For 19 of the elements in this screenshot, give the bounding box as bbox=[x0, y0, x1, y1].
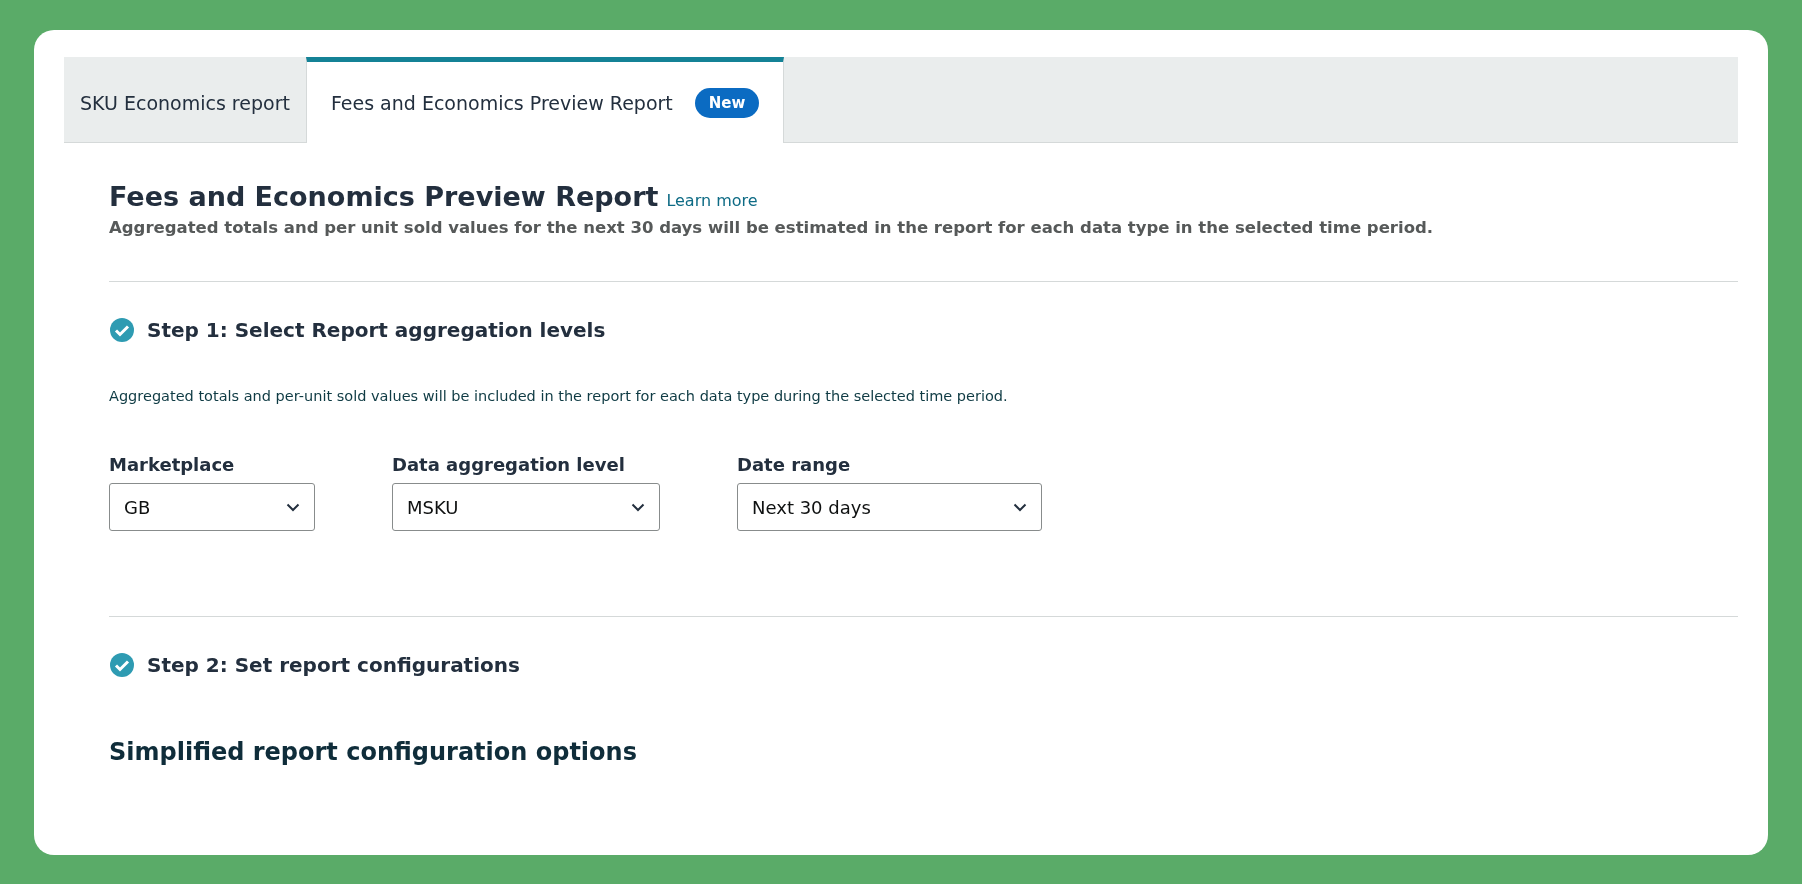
learn-more-link[interactable]: Learn more bbox=[666, 191, 758, 210]
tab[interactable]: SKU Economics report bbox=[64, 57, 306, 143]
page-description: Aggregated totals and per unit sold values for the next 30 days will be estimated in the report for each data type in the selected time period. bbox=[109, 218, 1435, 237]
dropdown[interactable]: MSKU bbox=[392, 483, 660, 531]
field-label: Marketplace bbox=[109, 454, 236, 475]
page-title: Fees and Economics Preview Report bbox=[109, 181, 659, 212]
caret-icon bbox=[631, 502, 645, 512]
step-title: Step 1: Select Report aggregation levels bbox=[147, 318, 606, 342]
step-title: Step 2: Set report configurations bbox=[147, 653, 520, 677]
caret-icon bbox=[286, 502, 300, 512]
section-title: Simplified report configuration options bbox=[109, 738, 638, 766]
step-description: Aggregated totals and per-unit sold values will be included in the report for each data type during the selected time period. bbox=[109, 388, 1009, 404]
new-badge: New bbox=[694, 87, 760, 118]
tab[interactable]: Fees and Economics Preview Report New bbox=[305, 57, 785, 143]
field-label: Date range bbox=[737, 454, 852, 475]
dropdown[interactable]: GB bbox=[109, 483, 315, 531]
caret-icon bbox=[1013, 502, 1027, 512]
field-label: Data aggregation level bbox=[392, 454, 626, 475]
dropdown[interactable]: Next 30 days bbox=[737, 483, 1042, 531]
